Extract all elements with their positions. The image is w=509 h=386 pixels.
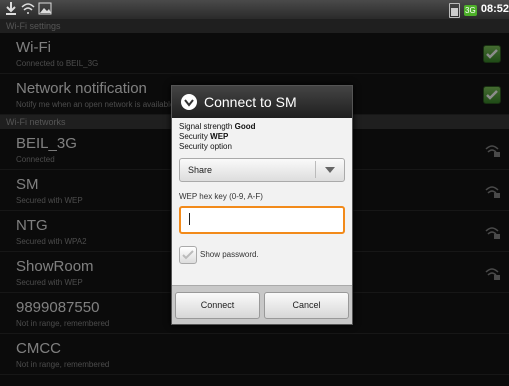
- battery-icon: [448, 2, 460, 18]
- hex-key-label: WEP hex key (0-9, A-F): [179, 192, 263, 201]
- security-option-select[interactable]: Share: [179, 158, 345, 182]
- wifi-settings-icon: [21, 1, 35, 16]
- text-caret: [189, 213, 190, 225]
- dialog-title: Connect to SM: [204, 94, 297, 110]
- security-option-label: Security option: [179, 142, 232, 151]
- selected-value: Share: [188, 165, 213, 175]
- show-password-label: Show password.: [200, 250, 259, 259]
- connect-button[interactable]: Connect: [175, 292, 260, 319]
- signal-strength: Signal strength Good: [179, 122, 256, 131]
- signal-icon: 3G: [463, 5, 477, 16]
- dialog-button-bar: Connect Cancel: [172, 285, 352, 324]
- download-icon: [4, 1, 18, 16]
- status-bar: 3G 08:52: [0, 0, 509, 19]
- show-password-checkbox[interactable]: [179, 246, 197, 264]
- clock: 08:52: [480, 3, 509, 15]
- connect-dialog: Connect to SM Signal strength Good Secur…: [171, 85, 353, 325]
- cancel-button[interactable]: Cancel: [264, 292, 349, 319]
- wifi-dialog-icon: [181, 94, 197, 110]
- dialog-header: Connect to SM: [172, 86, 352, 118]
- chevron-down-icon: [315, 161, 344, 178]
- wep-key-input[interactable]: [179, 206, 345, 234]
- image-icon: [38, 1, 52, 16]
- show-password-row[interactable]: Show password.: [179, 246, 345, 264]
- security: Security WEP: [179, 132, 229, 141]
